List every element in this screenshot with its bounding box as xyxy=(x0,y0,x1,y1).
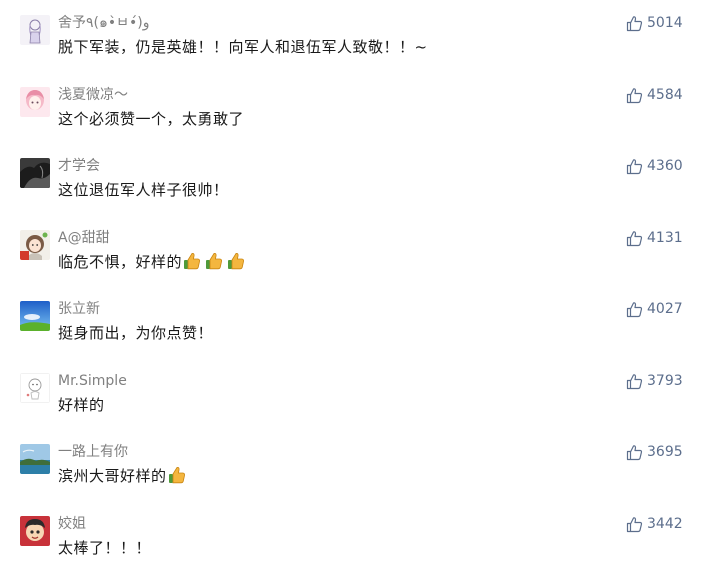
thumbs-up-icon xyxy=(626,516,643,533)
like-button[interactable]: 4131 xyxy=(626,228,683,248)
like-count: 4360 xyxy=(647,158,683,174)
comment-item: 姣姐 太棒了！！！ 3442 xyxy=(0,516,716,576)
avatar[interactable] xyxy=(20,444,50,474)
comment-item: A@甜甜 临危不惧，好样的 4131 xyxy=(0,230,716,290)
avatar[interactable] xyxy=(20,301,50,331)
thumbs-up-emoji xyxy=(226,251,246,271)
avatar[interactable] xyxy=(20,516,50,546)
anime-girl-avatar xyxy=(20,87,50,117)
username[interactable]: 浅夏微凉～ xyxy=(58,85,128,105)
thumbs-up-icon xyxy=(626,158,643,175)
comment-text: 脱下军装，仍是英雄！！向军人和退伍军人致敬！！~ xyxy=(58,38,428,56)
comment-item: 张立新 挺身而出，为你点赞！ 4027 xyxy=(0,301,716,361)
avatar[interactable] xyxy=(20,373,50,403)
avatar[interactable] xyxy=(20,15,50,45)
thumbs-up-icon xyxy=(626,373,643,390)
dark-rock-avatar xyxy=(20,158,50,188)
username[interactable]: A@甜甜 xyxy=(58,228,110,248)
comment-list: 舍予٩(๑•̀ㅂ•́)و 脱下军装，仍是英雄！！向军人和退伍军人致敬！！~ 50… xyxy=(0,0,716,581)
username[interactable]: Mr.Simple xyxy=(58,371,127,391)
thumbs-up-emoji xyxy=(167,465,187,485)
like-button[interactable]: 4027 xyxy=(626,299,683,319)
thumbs-up-emoji xyxy=(182,251,202,271)
like-count: 3695 xyxy=(647,444,683,460)
blue-sky-avatar xyxy=(20,301,50,331)
comment-item: Mr.Simple 好样的 3793 xyxy=(0,373,716,433)
comment-text: 滨州大哥好样的 xyxy=(58,464,189,488)
username[interactable]: 舍予٩(๑•̀ㅂ•́)و xyxy=(58,13,150,33)
comment-item: 才学会 这位退伍军人样子很帅！ 4360 xyxy=(0,158,716,218)
comment-text: 临危不惧，好样的 xyxy=(58,250,248,274)
like-count: 3442 xyxy=(647,516,683,532)
comment-text: 这位退伍军人样子很帅！ xyxy=(58,181,229,199)
avatar[interactable] xyxy=(20,158,50,188)
seaside-avatar xyxy=(20,444,50,474)
like-count: 5014 xyxy=(647,15,683,31)
sketch-girl-avatar xyxy=(20,15,50,45)
like-count: 3793 xyxy=(647,373,683,389)
like-count: 4584 xyxy=(647,87,683,103)
comment-text: 这个必须赞一个，太勇敢了 xyxy=(58,110,245,128)
thumbs-up-emoji xyxy=(204,251,224,271)
comment-text: 好样的 xyxy=(58,396,105,414)
white-doodle-avatar xyxy=(20,373,50,403)
thumbs-up-icon xyxy=(626,87,643,104)
like-button[interactable]: 3442 xyxy=(626,514,683,534)
comment-text: 挺身而出，为你点赞！ xyxy=(58,324,214,342)
thumbs-up-icon xyxy=(626,301,643,318)
username[interactable]: 才学会 xyxy=(58,156,100,176)
like-button[interactable]: 4360 xyxy=(626,156,683,176)
like-count: 4131 xyxy=(647,230,683,246)
avatar[interactable] xyxy=(20,230,50,260)
username[interactable]: 姣姐 xyxy=(58,514,86,534)
comment-item: 一路上有你 滨州大哥好样的 3695 xyxy=(0,444,716,504)
like-button[interactable]: 3695 xyxy=(626,442,683,462)
doll-girl-avatar xyxy=(20,230,50,260)
like-button[interactable]: 5014 xyxy=(626,13,683,33)
thumbs-up-icon xyxy=(626,230,643,247)
username[interactable]: 一路上有你 xyxy=(58,442,128,462)
comment-text: 太棒了！！！ xyxy=(58,539,152,557)
comment-item: 浅夏微凉～ 这个必须赞一个，太勇敢了 4584 xyxy=(0,87,716,147)
username[interactable]: 张立新 xyxy=(58,299,100,319)
like-button[interactable]: 3793 xyxy=(626,371,683,391)
thumbs-up-icon xyxy=(626,15,643,32)
thumbs-up-icon xyxy=(626,444,643,461)
comment-item: 舍予٩(๑•̀ㅂ•́)و 脱下军装，仍是英雄！！向军人和退伍军人致敬！！~ 50… xyxy=(0,15,716,75)
like-count: 4027 xyxy=(647,301,683,317)
red-cartoon-avatar xyxy=(20,516,50,546)
avatar[interactable] xyxy=(20,87,50,117)
like-button[interactable]: 4584 xyxy=(626,85,683,105)
